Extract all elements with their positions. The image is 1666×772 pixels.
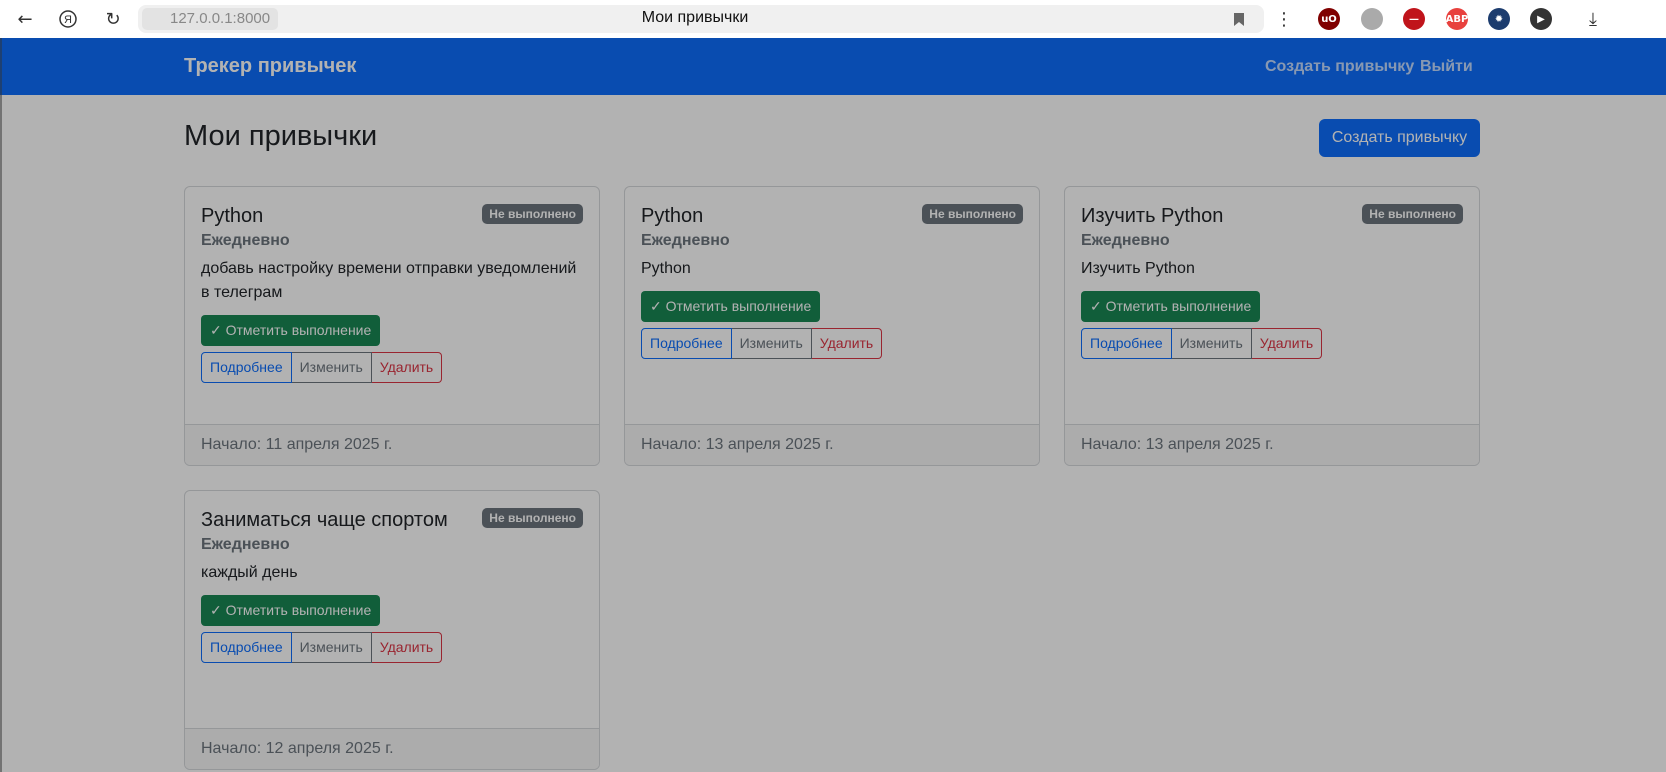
download-icon[interactable]: ⤓ <box>1580 6 1606 32</box>
habit-title: Заниматься чаще спортом <box>201 509 448 531</box>
habit-frequency: Ежедневно <box>201 232 290 249</box>
habit-card: Заниматься чаще спортом Не выполнено Еже… <box>184 490 600 770</box>
edit-button[interactable]: Изменить <box>291 352 372 383</box>
url-text[interactable]: 127.0.0.1:8000 <box>142 8 279 30</box>
status-badge: Не выполнено <box>922 204 1023 224</box>
habit-title: Python <box>641 205 704 227</box>
status-badge: Не выполнено <box>482 204 583 224</box>
mark-done-button[interactable]: ✓ Отметить выполнение <box>641 291 821 322</box>
more-menu-icon[interactable]: ⋮ <box>1271 6 1297 32</box>
delete-button[interactable]: Удалить <box>1251 328 1323 359</box>
habit-start-date: Начало: 12 апреля 2025 г. <box>185 728 599 769</box>
habit-title: Изучить Python <box>1081 205 1224 227</box>
extension-gray-icon[interactable] <box>1361 8 1383 30</box>
status-badge: Не выполнено <box>482 508 583 528</box>
browser-toolbar: ← Я ↻ ⊘ 127.0.0.1:8000 Мои привычки ⋮ uO… <box>0 0 1666 38</box>
abp-icon[interactable]: ABP <box>1446 8 1468 30</box>
delete-button[interactable]: Удалить <box>371 632 443 663</box>
habit-description: добавь настройку времени отправки уведом… <box>201 260 577 301</box>
tab-title: Мои привычки <box>641 9 749 26</box>
mark-done-button[interactable]: ✓ Отметить выполнение <box>1081 291 1261 322</box>
mark-done-button[interactable]: ✓ Отметить выполнение <box>201 315 381 346</box>
habit-description: Изучить Python <box>1081 260 1195 277</box>
page-content: Трекер привычек Создать привычку Выйти М… <box>0 38 1666 772</box>
details-button[interactable]: Подробнее <box>201 632 292 663</box>
nav-link-logout[interactable]: Выйти <box>1420 58 1473 76</box>
gear-extension-icon[interactable]: ✹ <box>1488 8 1510 30</box>
nav-link-create-habit[interactable]: Создать привычку <box>1265 58 1414 76</box>
delete-button[interactable]: Удалить <box>811 328 883 359</box>
media-extension-icon[interactable]: ▶ <box>1530 8 1552 30</box>
habit-card: Python Не выполнено Ежедневно Python ✓ О… <box>624 186 1040 466</box>
page-title: Мои привычки <box>184 120 378 152</box>
habit-card: Изучить Python Не выполнено Ежедневно Из… <box>1064 186 1480 466</box>
habit-frequency: Ежедневно <box>201 536 290 553</box>
delete-button[interactable]: Удалить <box>371 352 443 383</box>
habit-actions: Подробнее Изменить Удалить <box>201 352 443 383</box>
create-habit-button[interactable]: Создать привычку <box>1319 119 1480 157</box>
adblock-shield-icon[interactable]: — <box>1403 8 1425 30</box>
details-button[interactable]: Подробнее <box>201 352 292 383</box>
navbar-brand[interactable]: Трекер привычек <box>184 55 356 78</box>
svg-text:Я: Я <box>64 14 72 26</box>
reload-icon[interactable]: ↻ <box>100 6 126 32</box>
ublock-icon[interactable]: uO <box>1318 8 1340 30</box>
mark-done-button[interactable]: ✓ Отметить выполнение <box>201 595 381 626</box>
habit-start-date: Начало: 13 апреля 2025 г. <box>625 424 1039 465</box>
status-badge: Не выполнено <box>1362 204 1463 224</box>
edit-button[interactable]: Изменить <box>291 632 372 663</box>
habit-frequency: Ежедневно <box>1081 232 1170 249</box>
habit-title: Python <box>201 205 264 227</box>
navbar: Трекер привычек Создать привычку Выйти <box>0 38 1666 95</box>
habit-frequency: Ежедневно <box>641 232 730 249</box>
habit-start-date: Начало: 13 апреля 2025 г. <box>1065 424 1479 465</box>
details-button[interactable]: Подробнее <box>641 328 732 359</box>
window-edge <box>0 38 2 772</box>
habit-start-date: Начало: 11 апреля 2025 г. <box>185 424 599 465</box>
back-arrow-icon[interactable]: ← <box>12 6 38 32</box>
habit-actions: Подробнее Изменить Удалить <box>1081 328 1323 359</box>
habit-description: Python <box>641 260 691 277</box>
edit-button[interactable]: Изменить <box>1171 328 1252 359</box>
habit-card: Python Не выполнено Ежедневно добавь нас… <box>184 186 600 466</box>
habit-description: каждый день <box>201 564 298 581</box>
details-button[interactable]: Подробнее <box>1081 328 1172 359</box>
bookmark-icon[interactable] <box>1226 6 1252 32</box>
yandex-icon[interactable]: Я <box>55 6 81 32</box>
habit-actions: Подробнее Изменить Удалить <box>201 632 443 663</box>
habit-actions: Подробнее Изменить Удалить <box>641 328 883 359</box>
edit-button[interactable]: Изменить <box>731 328 812 359</box>
